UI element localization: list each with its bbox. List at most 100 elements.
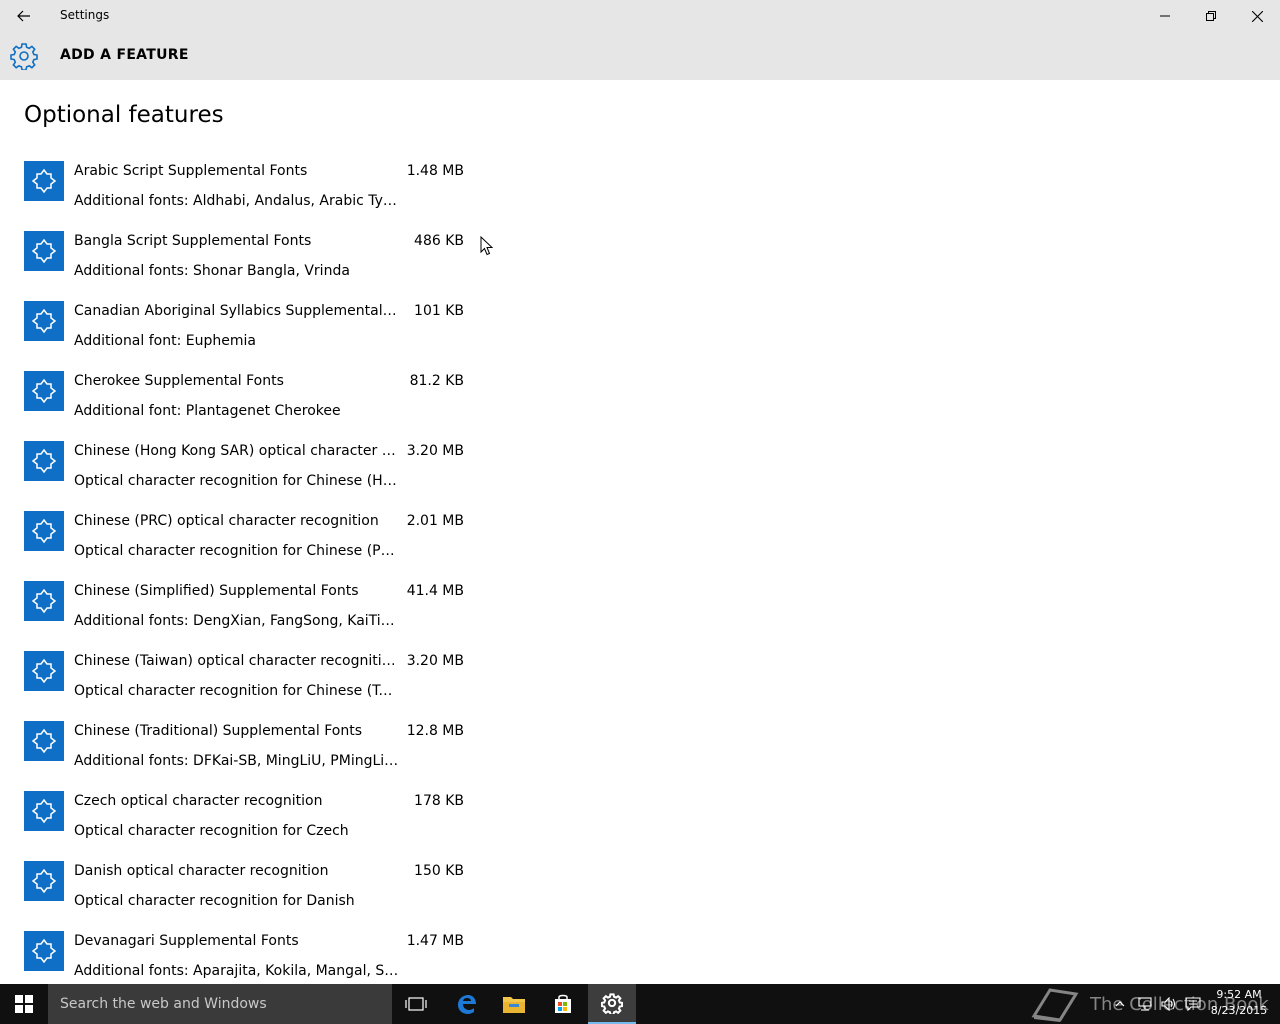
minimize-button[interactable] xyxy=(1142,0,1188,32)
show-hidden-icons-button[interactable] xyxy=(1110,984,1130,1024)
feature-description: Additional font: Plantagenet Cherokee xyxy=(74,403,341,419)
puzzle-icon xyxy=(24,791,64,831)
feature-item[interactable]: Danish optical character recognition 150… xyxy=(24,860,464,930)
feature-description: Optical character recognition for Danish xyxy=(74,893,355,909)
feature-size: 178 KB xyxy=(414,793,464,809)
notification-icon xyxy=(1185,997,1201,1011)
puzzle-icon xyxy=(24,511,64,551)
chevron-up-icon xyxy=(1115,1001,1125,1007)
windows-logo-icon xyxy=(15,995,33,1013)
feature-name: Devanagari Supplemental Fonts xyxy=(74,933,299,949)
feature-size: 3.20 MB xyxy=(406,443,464,459)
taskbar-clock[interactable]: 9:52 AM 8/23/2015 xyxy=(1206,987,1272,1019)
puzzle-icon xyxy=(24,161,64,201)
taskbar: Search the web and Windows The Collectio… xyxy=(0,984,1280,1024)
settings-app-button[interactable] xyxy=(588,984,636,1024)
feature-item[interactable]: Devanagari Supplemental Fonts 1.47 MB Ad… xyxy=(24,930,464,984)
puzzle-icon xyxy=(24,441,64,481)
feature-item[interactable]: Chinese (Simplified) Supplemental Fonts … xyxy=(24,580,464,650)
feature-name: Chinese (PRC) optical character recognit… xyxy=(74,513,379,529)
feature-name: Arabic Script Supplemental Fonts xyxy=(74,163,308,179)
feature-item[interactable]: Czech optical character recognition 178 … xyxy=(24,790,464,860)
content-area[interactable]: Optional features Arabic Script Suppleme… xyxy=(0,80,1280,984)
volume-button[interactable] xyxy=(1158,984,1180,1024)
feature-size: 41.4 MB xyxy=(406,583,464,599)
feature-item[interactable]: Chinese (PRC) optical character recognit… xyxy=(24,510,464,580)
feature-name: Chinese (Hong Kong SAR) optical characte… xyxy=(74,443,399,459)
feature-description: Additional fonts: DengXian, FangSong, Ka… xyxy=(74,613,399,629)
clock-time: 9:52 AM xyxy=(1216,988,1262,1001)
feature-item[interactable]: Cherokee Supplemental Fonts 81.2 KB Addi… xyxy=(24,370,464,440)
feature-size: 12.8 MB xyxy=(406,723,464,739)
optional-features-list: Arabic Script Supplemental Fonts 1.48 MB… xyxy=(24,160,484,984)
page-header-title: ADD A FEATURE xyxy=(60,47,189,63)
puzzle-icon xyxy=(24,301,64,341)
feature-description: Additional font: Euphemia xyxy=(74,333,256,349)
puzzle-icon xyxy=(24,721,64,761)
clock-date: 8/23/2015 xyxy=(1210,1004,1268,1017)
feature-name: Bangla Script Supplemental Fonts xyxy=(74,233,312,249)
feature-item[interactable]: Bangla Script Supplemental Fonts 486 KB … xyxy=(24,230,464,300)
feature-size: 1.47 MB xyxy=(406,933,464,949)
feature-description: Optical character recognition for Chines… xyxy=(74,683,399,699)
feature-description: Optical character recognition for Chines… xyxy=(74,543,399,559)
feature-name: Chinese (Traditional) Supplemental Fonts xyxy=(74,723,362,739)
start-button[interactable] xyxy=(0,984,48,1024)
feature-item[interactable]: Arabic Script Supplemental Fonts 1.48 MB… xyxy=(24,160,464,230)
task-view-icon xyxy=(405,997,427,1011)
feature-description: Additional fonts: Aldhabi, Andalus, Arab… xyxy=(74,193,399,209)
feature-size: 150 KB xyxy=(414,863,464,879)
feature-name: Chinese (Taiwan) optical character recog… xyxy=(74,653,399,669)
back-button[interactable] xyxy=(0,0,48,32)
feature-item[interactable]: Canadian Aboriginal Syllabics Supplement… xyxy=(24,300,464,370)
feature-size: 1.48 MB xyxy=(406,163,464,179)
feature-description: Optical character recognition for Chines… xyxy=(74,473,399,489)
file-explorer-button[interactable] xyxy=(490,984,538,1024)
title-bar: Settings xyxy=(0,0,1280,32)
restore-icon xyxy=(1206,11,1216,21)
puzzle-icon xyxy=(24,231,64,271)
feature-item[interactable]: Chinese (Traditional) Supplemental Fonts… xyxy=(24,720,464,790)
puzzle-icon xyxy=(24,371,64,411)
restore-button[interactable] xyxy=(1188,0,1234,32)
minimize-icon xyxy=(1160,15,1170,17)
feature-size: 486 KB xyxy=(414,233,464,249)
store-icon xyxy=(555,994,571,1013)
edge-app-button[interactable] xyxy=(442,984,490,1024)
close-button[interactable] xyxy=(1234,0,1280,32)
feature-name: Danish optical character recognition xyxy=(74,863,329,879)
action-center-button[interactable] xyxy=(1182,984,1204,1024)
mouse-cursor-icon xyxy=(480,236,494,256)
feature-size: 101 KB xyxy=(414,303,464,319)
gear-icon xyxy=(10,43,38,70)
page-title: Optional features xyxy=(24,102,224,128)
feature-name: Czech optical character recognition xyxy=(74,793,323,809)
network-icon xyxy=(1138,997,1152,1011)
search-placeholder: Search the web and Windows xyxy=(60,996,267,1012)
edge-icon xyxy=(458,995,476,1014)
puzzle-icon xyxy=(24,931,64,971)
feature-size: 81.2 KB xyxy=(409,373,464,389)
store-app-button[interactable] xyxy=(539,984,587,1024)
feature-description: Optical character recognition for Czech xyxy=(74,823,349,839)
window-title: Settings xyxy=(60,8,110,22)
settings-header: ADD A FEATURE xyxy=(0,32,1280,80)
feature-item[interactable]: Chinese (Hong Kong SAR) optical characte… xyxy=(24,440,464,510)
network-button[interactable] xyxy=(1134,984,1156,1024)
feature-description: Additional fonts: Aparajita, Kokila, Man… xyxy=(74,963,399,979)
puzzle-icon xyxy=(24,581,64,621)
taskbar-search-box[interactable]: Search the web and Windows xyxy=(48,984,392,1024)
settings-gear-icon xyxy=(601,993,623,1014)
feature-name: Canadian Aboriginal Syllabics Supplement… xyxy=(74,303,399,319)
feature-name: Cherokee Supplemental Fonts xyxy=(74,373,284,389)
feature-size: 3.20 MB xyxy=(406,653,464,669)
back-arrow-icon xyxy=(17,10,30,22)
feature-description: Additional fonts: DFKai-SB, MingLiU, PMi… xyxy=(74,753,399,769)
feature-item[interactable]: Chinese (Taiwan) optical character recog… xyxy=(24,650,464,720)
feature-size: 2.01 MB xyxy=(406,513,464,529)
feature-description: Additional fonts: Shonar Bangla, Vrinda xyxy=(74,263,350,279)
book-logo-icon xyxy=(1031,988,1079,1022)
close-icon xyxy=(1251,10,1263,22)
folder-icon xyxy=(503,997,525,1013)
task-view-button[interactable] xyxy=(392,984,440,1024)
